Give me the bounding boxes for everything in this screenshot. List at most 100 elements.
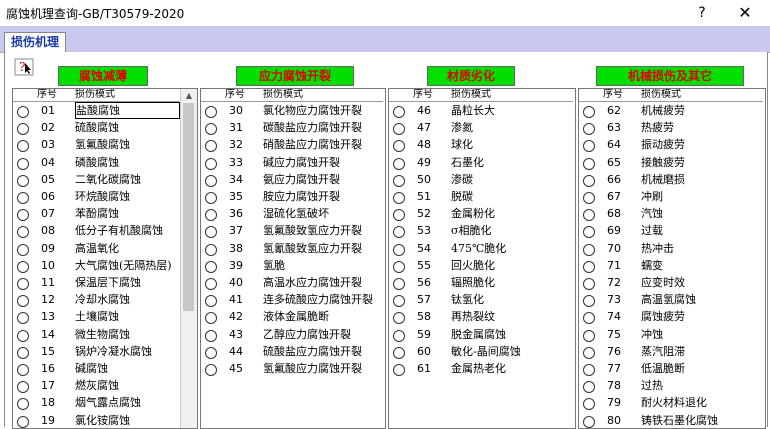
list-item[interactable]: 62 机械疲劳 xyxy=(579,102,763,119)
radio-button[interactable] xyxy=(583,415,595,428)
list-item[interactable]: 30 氯化物应力腐蚀开裂 xyxy=(201,102,383,119)
radio-button[interactable] xyxy=(583,174,595,187)
list-item[interactable]: 63 热疲劳 xyxy=(579,119,763,136)
damage-list-1[interactable]: 序号 损伤模式 01 盐酸腐蚀 02 硫酸腐蚀 03 氢氟酸腐蚀 04 磷酸腐蚀 05 二氧化碳腐蚀 0… xyxy=(12,88,198,429)
radio-button[interactable] xyxy=(393,260,405,273)
radio-button[interactable] xyxy=(17,209,29,222)
radio-button[interactable] xyxy=(393,106,405,118)
radio-button[interactable] xyxy=(393,123,405,136)
radio-button[interactable] xyxy=(205,157,217,170)
list-item[interactable]: 34 氨应力腐蚀开裂 xyxy=(201,171,383,188)
list-item[interactable]: 17 燃灰腐蚀 xyxy=(13,377,179,394)
radio-button[interactable] xyxy=(583,260,595,273)
radio-button[interactable] xyxy=(393,364,405,376)
list-item[interactable]: 79 耐火材料退化 xyxy=(579,394,763,411)
list-item[interactable]: 70 热冲击 xyxy=(579,240,763,257)
list-item[interactable]: 77 低温脆断 xyxy=(579,360,763,377)
radio-button[interactable] xyxy=(583,123,595,136)
radio-button[interactable] xyxy=(583,312,595,325)
radio-button[interactable] xyxy=(583,278,595,290)
radio-button[interactable] xyxy=(393,312,405,325)
radio-button[interactable] xyxy=(205,243,217,256)
list-item[interactable]: 68 汽蚀 xyxy=(579,205,763,222)
radio-button[interactable] xyxy=(583,140,595,153)
list-item[interactable]: 10 大气腐蚀(无隔热层) xyxy=(13,257,179,274)
radio-button[interactable] xyxy=(583,209,595,222)
list-item[interactable]: 74 腐蚀疲劳 xyxy=(579,308,763,325)
list-item[interactable]: 12 冷却水腐蚀 xyxy=(13,291,179,308)
list-item[interactable]: 53 σ相脆化 xyxy=(389,222,573,239)
radio-button[interactable] xyxy=(17,174,29,187)
radio-button[interactable] xyxy=(17,123,29,136)
list-item[interactable]: 08 低分子有机酸腐蚀 xyxy=(13,222,179,239)
radio-button[interactable] xyxy=(205,346,217,359)
list-item[interactable]: 80 铸铁石墨化腐蚀 xyxy=(579,412,763,428)
list-item[interactable]: 16 碱腐蚀 xyxy=(13,360,179,377)
list-item[interactable]: 39 氢脆 xyxy=(201,257,383,274)
list-item[interactable]: 37 氢氟酸致氢应力开裂 xyxy=(201,222,383,239)
radio-button[interactable] xyxy=(393,243,405,256)
radio-button[interactable] xyxy=(17,243,29,256)
radio-button[interactable] xyxy=(583,106,595,118)
list-item[interactable]: 76 蒸汽阻滞 xyxy=(579,343,763,360)
radio-button[interactable] xyxy=(17,329,29,342)
radio-button[interactable] xyxy=(583,157,595,170)
list-item[interactable]: 15 锅炉冷凝水腐蚀 xyxy=(13,343,179,360)
list-item[interactable]: 44 硫酸盐应力腐蚀开裂 xyxy=(201,343,383,360)
radio-button[interactable] xyxy=(205,278,217,290)
list-item[interactable]: 09 高温氧化 xyxy=(13,240,179,257)
radio-button[interactable] xyxy=(17,157,29,170)
radio-button[interactable] xyxy=(393,140,405,153)
radio-button[interactable] xyxy=(205,226,217,239)
list-item[interactable]: 35 胺应力腐蚀开裂 xyxy=(201,188,383,205)
radio-button[interactable] xyxy=(393,174,405,187)
radio-button[interactable] xyxy=(17,106,29,118)
radio-button[interactable] xyxy=(205,295,217,308)
list-item[interactable]: 73 高温氢腐蚀 xyxy=(579,291,763,308)
radio-button[interactable] xyxy=(17,192,29,204)
radio-button[interactable] xyxy=(393,329,405,342)
list-item[interactable]: 03 氢氟酸腐蚀 xyxy=(13,136,179,153)
radio-button[interactable] xyxy=(17,312,29,325)
list-item[interactable]: 60 敏化-晶间腐蚀 xyxy=(389,343,573,360)
radio-button[interactable] xyxy=(583,295,595,308)
list-item[interactable]: 01 盐酸腐蚀 xyxy=(13,102,180,119)
help-pointer-icon[interactable]: ? xyxy=(14,58,34,76)
list-item[interactable]: 40 高温水应力腐蚀开裂 xyxy=(201,274,383,291)
radio-button[interactable] xyxy=(205,312,217,325)
list-item[interactable]: 32 硝酸盐应力腐蚀开裂 xyxy=(201,136,383,153)
list-item[interactable]: 14 微生物腐蚀 xyxy=(13,326,179,343)
list-item[interactable]: 02 硫酸腐蚀 xyxy=(13,119,179,136)
radio-button[interactable] xyxy=(205,174,217,187)
list-item[interactable]: 36 湿硫化氢破坏 xyxy=(201,205,383,222)
list-item[interactable]: 43 乙醇应力腐蚀开裂 xyxy=(201,326,383,343)
list-item[interactable]: 45 氢氟酸应力腐蚀开裂 xyxy=(201,360,383,377)
list-item[interactable]: 71 蠕变 xyxy=(579,257,763,274)
list-item[interactable]: 49 石墨化 xyxy=(389,154,573,171)
help-button[interactable]: ? xyxy=(692,3,712,23)
damage-list-3[interactable]: 序号 损伤模式 46 晶粒长大 47 渗氮 48 球化 49 石墨化 50 渗碳 51 脱碳 52 金属粉化 5… xyxy=(388,88,576,429)
list-item[interactable]: 07 苯酚腐蚀 xyxy=(13,205,179,222)
list-item[interactable]: 31 碳酸盐应力腐蚀开裂 xyxy=(201,119,383,136)
radio-button[interactable] xyxy=(583,398,595,411)
list-item[interactable]: 57 钛氢化 xyxy=(389,291,573,308)
radio-button[interactable] xyxy=(205,106,217,118)
radio-button[interactable] xyxy=(583,226,595,239)
list-item[interactable]: 18 烟气露点腐蚀 xyxy=(13,394,179,411)
list-item[interactable]: 58 再热裂纹 xyxy=(389,308,573,325)
list-item[interactable]: 64 振动疲劳 xyxy=(579,136,763,153)
radio-button[interactable] xyxy=(17,415,29,428)
list-item[interactable]: 78 过热 xyxy=(579,377,763,394)
radio-button[interactable] xyxy=(17,260,29,273)
list-item[interactable]: 54 475℃脆化 xyxy=(389,240,573,257)
list-item[interactable]: 55 回火脆化 xyxy=(389,257,573,274)
radio-button[interactable] xyxy=(17,278,29,290)
radio-button[interactable] xyxy=(205,260,217,273)
radio-button[interactable] xyxy=(17,398,29,411)
list-item[interactable]: 72 应变时效 xyxy=(579,274,763,291)
list-item[interactable]: 51 脱碳 xyxy=(389,188,573,205)
list-item[interactable]: 69 过载 xyxy=(579,222,763,239)
list-item[interactable]: 41 连多硫酸应力腐蚀开裂 xyxy=(201,291,383,308)
radio-button[interactable] xyxy=(583,192,595,204)
list-item[interactable]: 56 辐照脆化 xyxy=(389,274,573,291)
